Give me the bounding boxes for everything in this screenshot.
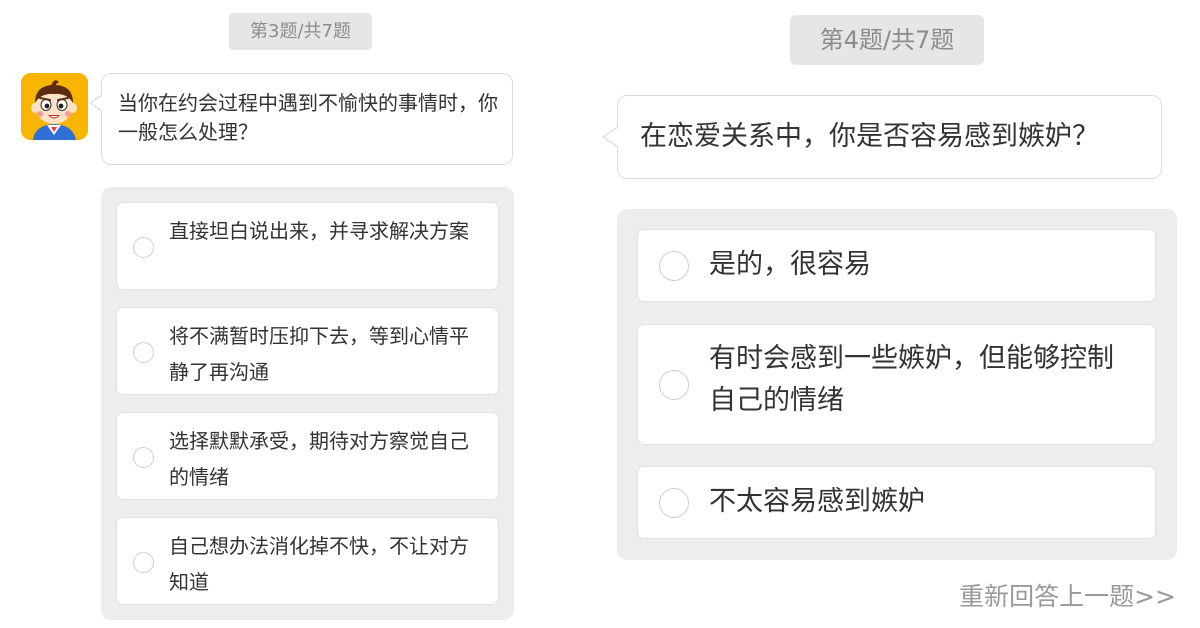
option-4-left[interactable]: 自己想办法消化掉不快，不让对方知道 (116, 517, 499, 605)
radio-icon[interactable] (133, 237, 154, 258)
option-1-right[interactable]: 是的，很容易 (637, 229, 1156, 302)
progress-indicator-left: 第3题/共7题 (229, 13, 372, 50)
option-label: 直接坦白说出来，并寻求解决方案 (169, 219, 469, 243)
option-label: 自己想办法消化掉不快，不让对方知道 (169, 534, 469, 594)
options-panel-right: 是的，很容易 有时会感到一些嫉妒，但能够控制自己的情绪 不太容易感到嫉妒 (617, 209, 1177, 560)
option-3-right[interactable]: 不太容易感到嫉妒 (637, 466, 1156, 539)
question-text-left: 当你在约会过程中遇到不愉快的事情时，你一般怎么处理？ (118, 91, 498, 144)
option-1-left[interactable]: 直接坦白说出来，并寻求解决方案 (116, 202, 499, 290)
option-2-right[interactable]: 有时会感到一些嫉妒，但能够控制自己的情绪 (637, 324, 1156, 445)
radio-icon[interactable] (659, 488, 689, 518)
option-3-left[interactable]: 选择默默承受，期待对方察觉自己的情绪 (116, 412, 499, 500)
avatar-icon (21, 73, 88, 140)
option-label: 将不满暂时压抑下去，等到心情平静了再沟通 (169, 324, 469, 384)
radio-icon[interactable] (133, 342, 154, 363)
progress-indicator-right: 第4题/共7题 (790, 15, 984, 65)
quiz-screen: 第3题/共7题 当你在约会过程中遇到不愉快的事情时，你一般怎么处理？ 直接坦白说… (0, 0, 1200, 628)
redo-previous-question-link[interactable]: 重新回答上一题>> (959, 577, 1176, 613)
option-label: 不太容易感到嫉妒 (709, 486, 925, 517)
question-text-right: 在恋爱关系中，你是否容易感到嫉妒？ (640, 121, 1099, 152)
option-2-left[interactable]: 将不满暂时压抑下去，等到心情平静了再沟通 (116, 307, 499, 395)
radio-icon[interactable] (133, 447, 154, 468)
question-bubble-right: 在恋爱关系中，你是否容易感到嫉妒？ (602, 95, 1162, 179)
option-label: 是的，很容易 (709, 249, 871, 280)
radio-icon[interactable] (659, 251, 689, 281)
option-label: 有时会感到一些嫉妒，但能够控制自己的情绪 (709, 343, 1114, 416)
question-bubble-left: 当你在约会过程中遇到不愉快的事情时，你一般怎么处理？ (89, 73, 513, 165)
options-panel-left: 直接坦白说出来，并寻求解决方案 将不满暂时压抑下去，等到心情平静了再沟通 选择默… (101, 187, 514, 620)
option-label: 选择默默承受，期待对方察觉自己的情绪 (169, 429, 469, 489)
radio-icon[interactable] (133, 552, 154, 573)
radio-icon[interactable] (659, 370, 689, 400)
cartoon-boy-avatar-icon (21, 73, 88, 140)
